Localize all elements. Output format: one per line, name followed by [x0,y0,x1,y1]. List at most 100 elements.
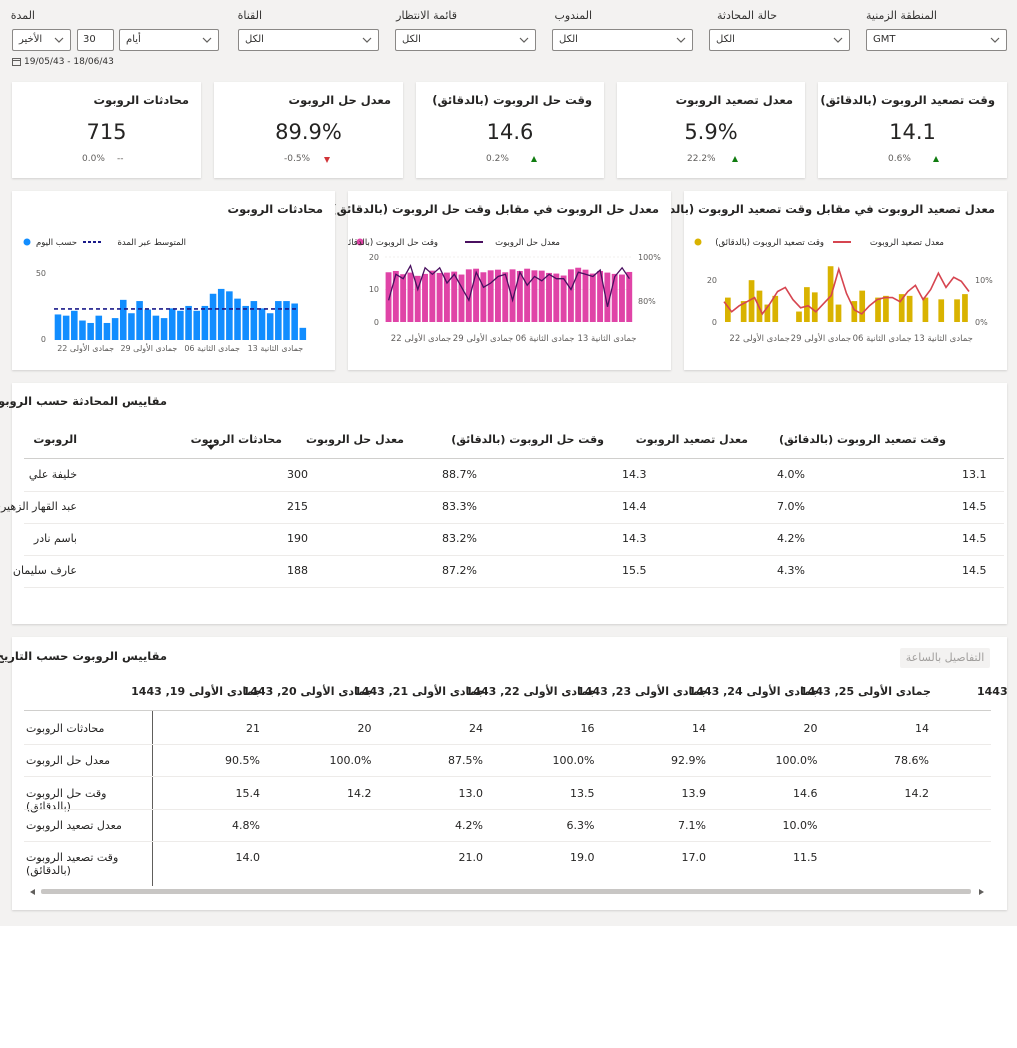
duration-unit-dropdown[interactable]: أيام [119,29,219,51]
scrollbar-thumb[interactable] [41,889,971,894]
table-cell: 100.0% [775,754,818,767]
escalation-chart: وقت تصعيد الروبوت (بالدقائق) معدل تصعيد ا… [694,238,993,344]
hourly-details-button[interactable]: التفاصيل بالساعة [900,648,990,668]
column-header[interactable]: وقت تصعيد الروبوت (بالدقائق) [779,433,946,446]
bar [242,305,249,340]
table-cell: 13.5 [570,787,595,800]
x-tick-label: 06 جمادى الثانية [515,334,574,344]
axis-label: 10 [369,285,379,294]
date-column-header[interactable]: جمادى الأولى 26, 1443 [977,685,1007,698]
column-header[interactable]: معدل حل الروبوت [306,433,404,446]
bar [185,305,192,340]
table-cell: 13.9 [681,787,707,800]
kpi-title: معدل حل الروبوت [288,93,391,107]
bar [796,311,802,322]
timezone-label: المنطقة الزمنية [866,9,937,22]
kpi-card: وقت حل الروبوت (بالدقائق) 14.6 0.2% [416,82,604,178]
table-cell: 14.4 [622,500,647,513]
kpi-trend: -0.5% [284,154,311,164]
bar [429,270,436,322]
agent-label: المندوب [554,9,592,22]
resolution-chart-card: معدل حل الروبوت في مقابل وقت حل الروبوت … [331,191,671,370]
bar [392,270,399,322]
table-cell: 14 [915,722,929,735]
bar [495,269,501,322]
x-tick-label: 13 جمادى الثانية [248,344,304,353]
axis-label: 100% [638,253,661,262]
table-cell: 4.8% [232,819,260,832]
bar [299,327,307,340]
x-tick-label: 13 جمادى الثانية [914,334,973,344]
bar [201,305,209,340]
scroll-right-icon[interactable] [979,889,984,895]
column-header[interactable]: معدل تصعيد الروبوت [636,433,748,446]
kpi-title: وقت حل الروبوت (بالدقائق) [432,93,592,107]
date-column-header[interactable]: جمادى الأولى 25, 1443 [800,685,931,698]
agent-name: خليفة علي [28,468,77,481]
table-cell: 78.6% [894,754,929,767]
table-cell: 14.3 [622,468,647,481]
chevron-down-icon [362,37,372,43]
bar [619,274,625,322]
kpi-trend: 0.2% [486,154,509,164]
resolution-chart: وقت حل الروبوت (بالدقائق) معدل حل الروبوت… [348,238,661,344]
bar [811,292,818,322]
sort-desc-icon [207,445,215,450]
axis-label: 10% [975,276,993,285]
agent-metrics-table: مقاييس المحادثة حسب الروبوت الروبوت محاد… [0,383,1007,624]
column-header[interactable]: محادثات الروبوت [191,433,282,446]
bar [611,273,618,322]
section-title: مقاييس الروبوت حسب التاريخ [0,649,167,663]
table-cell: 215 [287,500,308,513]
table-cell: 13.1 [962,468,987,481]
table-cell: 14.5 [962,564,987,577]
column-header[interactable]: الروبوت [33,433,77,446]
bar [938,299,945,322]
bar [400,274,407,322]
kpi-title: وقت تصعيد الروبوت (بالدقائق) [820,93,995,107]
x-tick-label: 22 جمادى الأولى [57,343,114,353]
bar [524,268,531,322]
bar [258,308,266,340]
bar [103,322,111,340]
agent-dropdown[interactable]: الكل [552,29,693,51]
channel-dropdown[interactable]: الكل [238,29,379,51]
queue-value: الكل [402,34,421,45]
bar [152,315,160,340]
row-divider [24,744,991,745]
timezone-dropdown[interactable]: GMT [866,29,1007,51]
kpi-value: 5.9% [684,120,738,144]
table-cell: 4.2% [777,532,805,545]
x-tick-label: 29 جمادى الأولى [791,333,851,344]
chevron-down-icon [519,37,529,43]
queue-dropdown[interactable]: الكل [395,29,536,51]
table-cell: 14.2 [347,787,372,800]
timezone-value: GMT [873,34,896,45]
bar [480,272,487,322]
bar [283,301,290,340]
row-divider [24,523,1004,524]
bar [71,310,78,340]
legend-label: المتوسط عبر المدة [117,238,186,248]
duration-mode-dropdown[interactable]: الأخير [12,29,71,51]
status-value: الكل [716,34,735,45]
table-cell: 87.2% [442,564,477,577]
duration-count-input[interactable]: 30 [77,29,114,51]
agent-name: عارف سليمان [12,564,77,577]
bar [436,272,443,322]
trend-up-icon [933,156,939,162]
table-cell: 4.3% [777,564,805,577]
scroll-left-icon[interactable] [30,889,35,895]
column-header[interactable]: وقت حل الروبوت (بالدقائق) [451,433,604,446]
axis-label: 0 [41,335,46,344]
table-cell: 188 [287,564,308,577]
bar [87,322,94,340]
legend-marker [694,238,702,246]
metric-label: معدل تصعيد الروبوت [26,819,122,832]
horizontal-scrollbar[interactable] [24,887,991,897]
x-tick-label: 13 جمادى الثانية [577,334,636,344]
bar [804,287,810,322]
status-dropdown[interactable]: الكل [709,29,850,51]
table-cell: 21 [246,722,260,735]
duration-unit-value: أيام [126,34,141,45]
